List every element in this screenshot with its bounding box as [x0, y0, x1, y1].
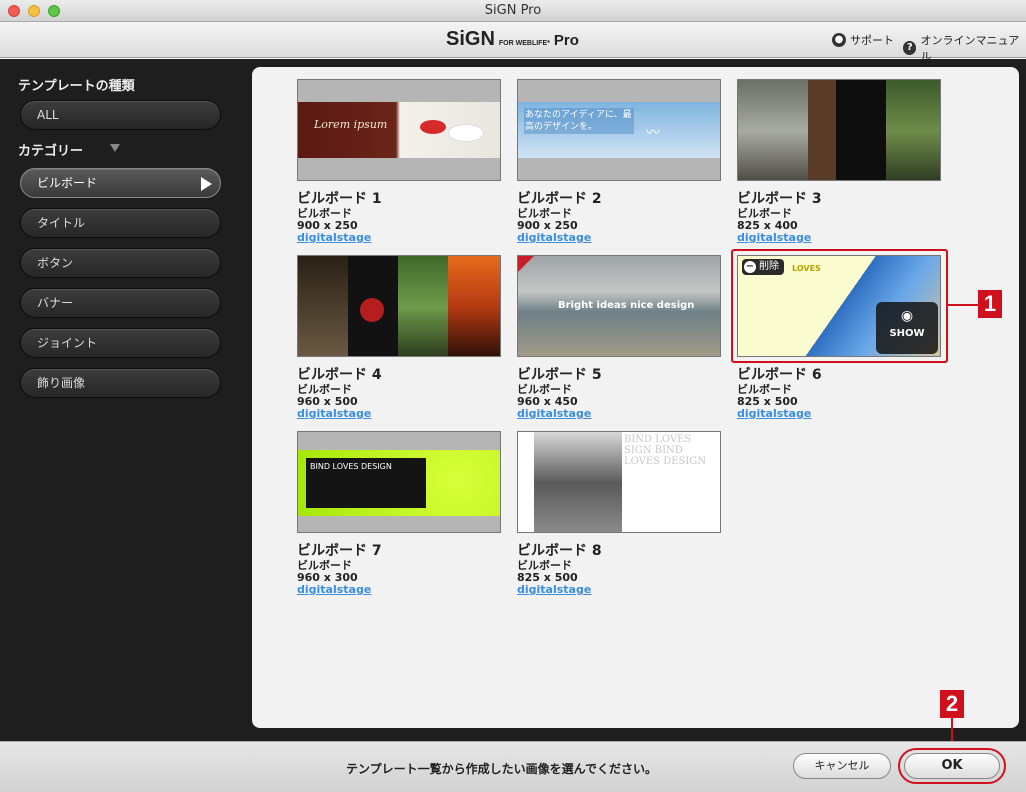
template-author-link[interactable]: digitalstage	[297, 584, 507, 596]
thumbnail-image	[448, 124, 484, 142]
template-author-link[interactable]: digitalstage	[297, 408, 507, 420]
support-link[interactable]: ● サポート	[832, 32, 894, 48]
template-title: ビルボード 4	[297, 367, 382, 383]
template-thumbnail[interactable]: BIND LOVES SIGN BIND LOVES DESIGN	[517, 431, 721, 533]
sidebar-item-label: ALL	[37, 108, 59, 122]
window-title: SiGN Pro	[484, 3, 542, 18]
template-card-billboard-8[interactable]: BIND LOVES SIGN BIND LOVES DESIGN ビルボード …	[517, 431, 727, 596]
callout-badge-1: 1	[978, 290, 1002, 318]
thumbnail-image	[420, 120, 446, 134]
template-thumbnail[interactable]	[297, 255, 501, 357]
thumbnail-text: あなたのアイディアに、最高のデザインを。	[524, 108, 634, 134]
template-card-billboard-3[interactable]: ビルボード 3 ビルボード 825 x 400 digitalstage	[737, 79, 947, 244]
new-badge-icon	[518, 256, 534, 272]
template-card-billboard-1[interactable]: Lorem ipsum ビルボード 1 ビルボード 900 x 250 digi…	[297, 79, 507, 244]
logo-sub: FOR WEBLIFE*	[498, 40, 550, 47]
thumbnail-image	[398, 256, 448, 356]
sidebar-item-banner[interactable]: バナー	[20, 288, 221, 318]
template-title: ビルボード 3	[737, 191, 822, 207]
callout-highlight-card	[731, 249, 948, 363]
sidebar-item-joint[interactable]: ジョイント	[20, 328, 221, 358]
sidebar-item-billboard[interactable]: ビルボード	[20, 168, 221, 198]
instruction-text: テンプレート一覧から作成したい画像を選んでください。	[346, 762, 658, 776]
template-type-sidebar: テンプレートの種類 ALL カテゴリー ビルボード タイトル ボタン バナー ジ…	[0, 59, 250, 741]
window-titlebar: SiGN Pro	[0, 0, 1026, 22]
thumbnail-image	[886, 80, 940, 180]
cancel-label: キャンセル	[814, 759, 870, 772]
thumbnail-text: Bright ideas nice design	[558, 300, 695, 311]
sidebar-item-label: タイトル	[37, 216, 86, 230]
close-window-button[interactable]	[8, 5, 20, 17]
thumbnail-image	[808, 80, 836, 180]
template-title: ビルボード 1	[297, 191, 382, 207]
bird-icon: 〰	[646, 125, 660, 141]
sidebar-item-button[interactable]: ボタン	[20, 248, 221, 278]
template-thumbnail[interactable]: Lorem ipsum	[297, 79, 501, 181]
thumbnail-image	[738, 80, 808, 180]
thumbnail-image	[448, 256, 500, 356]
template-title: ビルボード 6	[737, 367, 822, 383]
minimize-window-button[interactable]	[28, 5, 40, 17]
thumbnail-image	[298, 256, 348, 356]
logo-pro: Pro	[553, 32, 579, 49]
callout-badge-2: 2	[940, 690, 964, 718]
sidebar-item-label: ビルボード	[37, 176, 98, 190]
sidebar-item-label: 飾り画像	[37, 376, 86, 390]
template-card-billboard-2[interactable]: あなたのアイディアに、最高のデザインを。 〰 ビルボード 2 ビルボード 900…	[517, 79, 727, 244]
template-author-link[interactable]: digitalstage	[737, 408, 947, 420]
template-title: ビルボード 2	[517, 191, 602, 207]
template-author-link[interactable]: digitalstage	[517, 584, 727, 596]
thumbnail-image	[534, 432, 622, 532]
thumbnail-image	[360, 298, 384, 322]
template-title: ビルボード 5	[517, 367, 602, 383]
template-type-heading: テンプレートの種類	[18, 79, 135, 94]
callout-line	[948, 304, 978, 306]
template-author-link[interactable]: digitalstage	[517, 408, 727, 420]
template-title: ビルボード 8	[517, 543, 602, 559]
thumbnail-text: BIND LOVES SIGN BIND LOVES DESIGN	[624, 434, 707, 467]
thumbnail-text: BIND LOVES DESIGN	[310, 462, 392, 471]
sidebar-item-label: ボタン	[37, 256, 74, 270]
template-area: Lorem ipsum ビルボード 1 ビルボード 900 x 250 digi…	[250, 59, 1026, 741]
template-card-billboard-4[interactable]: ビルボード 4 ビルボード 960 x 500 digitalstage	[297, 255, 507, 420]
chevron-down-icon[interactable]	[110, 144, 120, 152]
play-arrow-icon	[201, 177, 212, 191]
template-thumbnail[interactable]: BIND LOVES DESIGN	[297, 431, 501, 533]
cancel-button[interactable]: キャンセル	[793, 753, 891, 779]
dialog-footer: テンプレート一覧から作成したい画像を選んでください。 キャンセル OK	[0, 741, 1026, 792]
template-author-link[interactable]: digitalstage	[297, 232, 507, 244]
template-grid: Lorem ipsum ビルボード 1 ビルボード 900 x 250 digi…	[252, 67, 1019, 728]
thumbnail-image	[836, 80, 886, 180]
app-header: SiGN FOR WEBLIFE* Pro ● サポート ? オンラインマニュア…	[0, 22, 1026, 63]
template-author-link[interactable]: digitalstage	[737, 232, 947, 244]
support-label: サポート	[850, 34, 894, 47]
sidebar-item-title[interactable]: タイトル	[20, 208, 221, 238]
person-icon: ●	[832, 33, 846, 47]
template-thumbnail[interactable]: Bright ideas nice design	[517, 255, 721, 357]
template-card-billboard-5[interactable]: Bright ideas nice design ビルボード 5 ビルボード 9…	[517, 255, 727, 420]
category-heading: カテゴリー	[18, 144, 84, 159]
template-title: ビルボード 7	[297, 543, 382, 559]
template-thumbnail[interactable]	[737, 79, 941, 181]
logo-main: SiGN	[446, 28, 495, 50]
sign-pro-logo: SiGN FOR WEBLIFE* Pro	[446, 28, 579, 52]
template-author-link[interactable]: digitalstage	[517, 232, 727, 244]
sidebar-item-label: ジョイント	[37, 336, 98, 350]
sidebar-item-all[interactable]: ALL	[20, 100, 221, 130]
ok-button[interactable]: OK	[904, 753, 1000, 779]
template-thumbnail[interactable]: あなたのアイディアに、最高のデザインを。 〰	[517, 79, 721, 181]
zoom-window-button[interactable]	[48, 5, 60, 17]
template-card-billboard-7[interactable]: BIND LOVES DESIGN ビルボード 7 ビルボード 960 x 30…	[297, 431, 507, 596]
thumbnail-text: Lorem ipsum	[314, 118, 388, 131]
ok-label: OK	[941, 758, 963, 773]
sidebar-item-label: バナー	[37, 296, 74, 310]
question-icon: ?	[903, 41, 917, 55]
sidebar-item-decoration[interactable]: 飾り画像	[20, 368, 221, 398]
